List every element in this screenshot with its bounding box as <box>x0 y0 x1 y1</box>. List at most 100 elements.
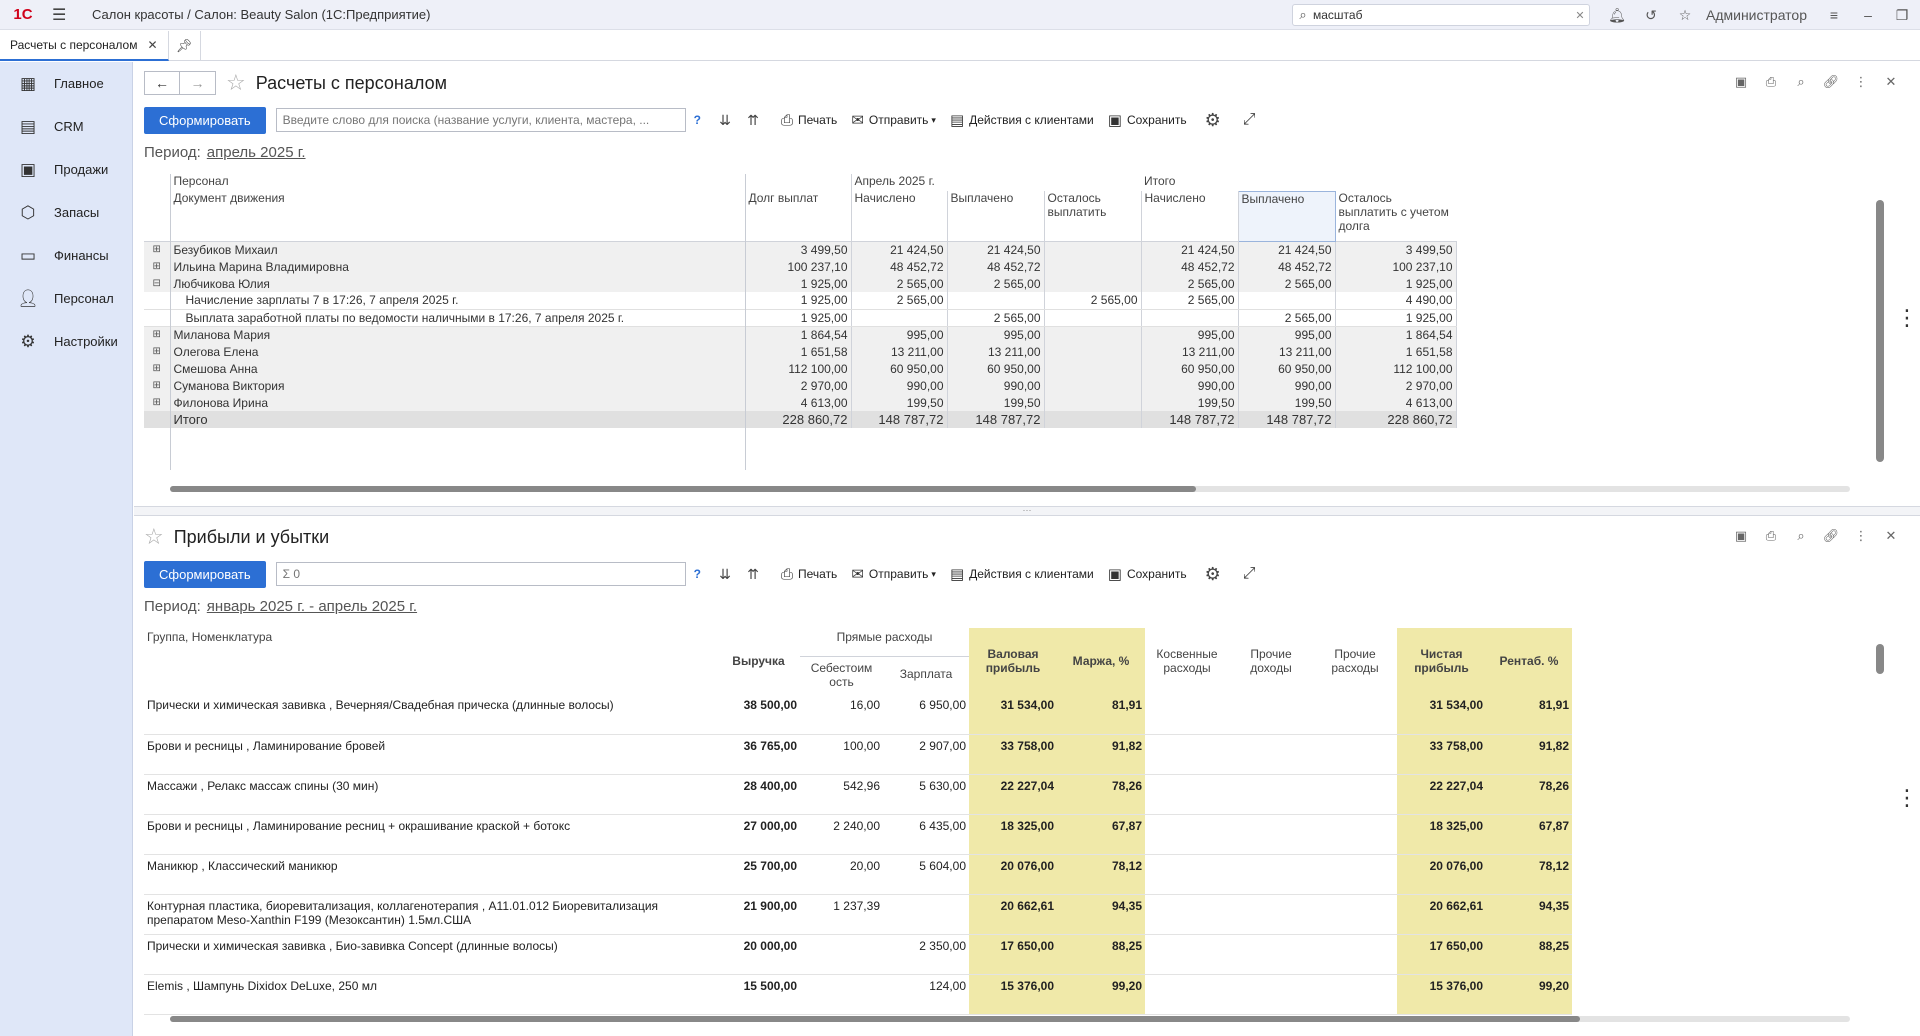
row-name[interactable]: Смешова Анна <box>170 360 746 377</box>
cell-salary[interactable]: 5 604,00 <box>883 854 969 895</box>
cell-profitability[interactable]: 81,91 <box>1486 694 1572 735</box>
cell-net-profit[interactable]: 18 325,00 <box>1397 814 1486 855</box>
main-menu-icon[interactable]: ☰ <box>52 5 72 25</box>
horizontal-scrollbar[interactable] <box>170 1016 1850 1022</box>
cell-rem[interactable] <box>1044 377 1142 394</box>
cell-revenue[interactable]: 36 765,00 <box>717 734 800 775</box>
cell-trem[interactable]: 4 613,00 <box>1335 394 1457 411</box>
save-button[interactable]: ▣ Сохранить <box>1108 565 1187 583</box>
col-cost-price[interactable]: Себестоим ость <box>800 655 883 694</box>
table-row[interactable]: Выплата заработной платы по ведомости на… <box>144 309 1457 327</box>
sidebar-item-settings[interactable]: ⚙ Настройки <box>0 320 132 363</box>
row-name[interactable]: Любчикова Юлия <box>170 275 746 292</box>
link-icon[interactable]: 🔗︎ <box>1816 74 1846 90</box>
generate-button[interactable]: Сформировать <box>144 106 266 134</box>
row-name[interactable]: Брови и ресницы , Ламинирование бровей <box>144 734 717 775</box>
cell-rem[interactable] <box>1044 394 1142 411</box>
cell-gross-profit[interactable]: 15 376,00 <box>969 974 1057 1015</box>
cell-tacc[interactable]: 60 950,00 <box>1141 360 1239 377</box>
period-link[interactable]: январь 2025 г. - апрель 2025 г. <box>207 598 417 615</box>
cell-other-income[interactable] <box>1229 694 1313 735</box>
cell-cost-price[interactable]: 16,00 <box>800 694 883 735</box>
panel-splitter[interactable]: ··· <box>134 506 1920 516</box>
cell-gross-profit[interactable]: 31 534,00 <box>969 694 1057 735</box>
collapse-all-icon[interactable]: ⇈ <box>739 112 767 129</box>
cell-acc[interactable]: 13 211,00 <box>851 343 948 360</box>
cell-tacc[interactable]: 148 787,72 <box>1141 411 1239 428</box>
table-row[interactable]: Брови и ресницы , Ламинирование ресниц +… <box>144 814 1572 855</box>
table-row[interactable]: ⊟ Любчикова Юлия 1 925,00 2 565,00 2 565,00 2… <box>144 275 1457 292</box>
row-name[interactable]: Суманова Виктория <box>170 377 746 394</box>
table-row[interactable]: Elemis , Шампунь Dixidox DeLuxe, 250 мл 1… <box>144 974 1572 1015</box>
cell-salary[interactable] <box>883 894 969 935</box>
cell-other-income[interactable] <box>1229 814 1313 855</box>
cell-cost-price[interactable]: 2 240,00 <box>800 814 883 855</box>
save-button[interactable]: ▣ Сохранить <box>1108 111 1187 129</box>
cell-other-expenses[interactable] <box>1313 814 1397 855</box>
cell-indirect[interactable] <box>1145 934 1229 975</box>
cell-trem[interactable]: 1 925,00 <box>1335 275 1457 292</box>
cell-profitability[interactable]: 78,12 <box>1486 854 1572 895</box>
cell-rem[interactable]: 2 565,00 <box>1044 292 1142 310</box>
cell-net-profit[interactable]: 20 076,00 <box>1397 854 1486 895</box>
expand-all-icon[interactable]: ⇊ <box>711 112 739 129</box>
cell-tpaid[interactable]: 995,00 <box>1238 326 1336 343</box>
cell-gross-profit[interactable]: 17 650,00 <box>969 934 1057 975</box>
cell-salary[interactable]: 124,00 <box>883 974 969 1015</box>
preview-icon[interactable]: ⌕ <box>1786 528 1816 544</box>
cell-net-profit[interactable]: 17 650,00 <box>1397 934 1486 975</box>
col-indirect[interactable]: Косвенные расходы <box>1145 628 1229 694</box>
table-row[interactable]: ⊞ Филонова Ирина 4 613,00 199,50 199,50 199,5… <box>144 394 1457 411</box>
period-link[interactable]: апрель 2025 г. <box>207 144 306 161</box>
sidebar-item-finance[interactable]: ▭ Финансы <box>0 234 132 277</box>
cell-net-profit[interactable]: 20 662,61 <box>1397 894 1486 935</box>
cell-debt[interactable]: 1 651,58 <box>745 343 852 360</box>
cell-margin[interactable]: 81,91 <box>1057 694 1145 735</box>
cell-tacc[interactable]: 2 565,00 <box>1141 292 1239 310</box>
vertical-scrollbar[interactable] <box>1876 192 1884 472</box>
cell-trem[interactable]: 1 864,54 <box>1335 326 1457 343</box>
cell-tpaid[interactable]: 199,50 <box>1238 394 1336 411</box>
collapse-all-icon[interactable]: ⇈ <box>739 566 767 583</box>
cell-paid[interactable]: 2 565,00 <box>947 309 1045 327</box>
sidebar-item-personnel[interactable]: 👤︎ Персонал <box>0 277 132 320</box>
cell-tacc[interactable]: 2 565,00 <box>1141 275 1239 292</box>
table-row[interactable]: ⊞ Миланова Мария 1 864,54 995,00 995,00 995,0… <box>144 326 1457 343</box>
fullscreen-icon[interactable]: ⤢ <box>1243 111 1256 129</box>
cell-margin[interactable]: 91,82 <box>1057 734 1145 775</box>
cell-trem[interactable]: 2 970,00 <box>1335 377 1457 394</box>
cell-acc[interactable]: 990,00 <box>851 377 948 394</box>
cell-paid[interactable]: 990,00 <box>947 377 1045 394</box>
cell-salary[interactable]: 5 630,00 <box>883 774 969 815</box>
sidebar-item-stock[interactable]: ⬡ Запасы <box>0 191 132 234</box>
search-input[interactable]: масштаб <box>1313 8 1571 22</box>
col-total-accrued[interactable]: Начислено <box>1141 191 1239 242</box>
expand-toggle-icon[interactable]: ⊞ <box>144 241 171 258</box>
cell-margin[interactable]: 67,87 <box>1057 814 1145 855</box>
table-row[interactable]: ⊞ Безубиков Михаил 3 499,50 21 424,50 21 424… <box>144 241 1457 258</box>
preview-icon[interactable]: ⌕ <box>1786 74 1816 90</box>
col-remaining[interactable]: Осталось выплатить <box>1044 191 1142 242</box>
more-vertical-icon[interactable]: ⋮ <box>1896 787 1918 809</box>
cell-cost-price[interactable] <box>800 974 883 1015</box>
expand-toggle-icon[interactable]: ⊞ <box>144 377 171 394</box>
cell-debt[interactable]: 100 237,10 <box>745 258 852 275</box>
cell-cost-price[interactable] <box>800 934 883 975</box>
col-accrued[interactable]: Начислено <box>851 191 948 242</box>
cell-tacc[interactable]: 199,50 <box>1141 394 1239 411</box>
cell-trem[interactable]: 228 860,72 <box>1335 411 1457 428</box>
row-name[interactable]: Итого <box>170 411 746 428</box>
scroll-thumb[interactable] <box>170 486 1196 492</box>
generate-button[interactable]: Сформировать <box>144 560 266 588</box>
cell-indirect[interactable] <box>1145 734 1229 775</box>
cell-rem[interactable] <box>1044 258 1142 275</box>
table-row[interactable]: ⊞ Смешова Анна 112 100,00 60 950,00 60 950,0… <box>144 360 1457 377</box>
tab-personnel-settlements[interactable]: Расчеты с персоналом ✕ <box>0 31 169 61</box>
print-button[interactable]: ⎙ Печать <box>781 566 837 583</box>
col-other-income[interactable]: Прочие доходы <box>1229 628 1313 694</box>
cell-paid[interactable]: 148 787,72 <box>947 411 1045 428</box>
sidebar-item-crm[interactable]: ▤ CRM <box>0 105 132 148</box>
table-row[interactable]: Маникюр , Классический маникюр 25 700,00 2… <box>144 854 1572 895</box>
table-row[interactable]: Прически и химическая завивка , Вечерняя… <box>144 694 1572 735</box>
row-name[interactable]: Миланова Мария <box>170 326 746 343</box>
